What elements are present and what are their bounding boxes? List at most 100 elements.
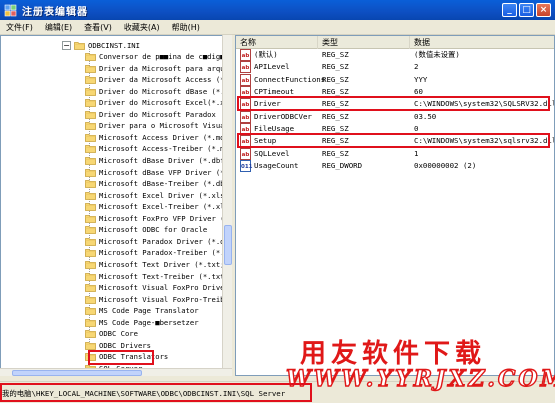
folder-icon [85,272,96,281]
folder-icon [85,144,96,154]
tree-item[interactable]: ODBC Drivers [85,339,151,351]
folder-icon [74,41,85,50]
tree-item[interactable]: MS Code Page Translator [85,305,199,317]
string-value-icon: ab [240,98,251,111]
value-row[interactable]: ab CPTimeout REG_SZ 60 [236,86,554,99]
value-row[interactable]: ab SQLLevel REG_SZ 1 [236,147,554,160]
tree-item[interactable]: Conversor de p■■ina de c■dig■ [85,51,225,63]
folder-icon [85,168,96,177]
tree-expand-odbcinst-icon[interactable]: − [62,40,71,50]
value-row[interactable]: ab FileUsage REG_SZ 0 [236,123,554,136]
column-data-header[interactable]: 数据 [410,36,554,49]
tree-item[interactable]: Microsoft Excel-Treiber (*.xl [85,201,225,213]
tree-horizontal-scrollbar[interactable] [0,368,232,376]
tree-item[interactable]: Driver do Microsoft dBase (*. [85,85,225,97]
tree-item-label: Driver do Microsoft Excel(*.x [99,98,225,108]
tree-item[interactable]: Microsoft FoxPro VFP Driver ( [85,212,225,224]
tree-item[interactable]: Microsoft Text-Treiber (*.txt [85,270,225,282]
tree-vertical-scroll-thumb[interactable] [224,225,232,265]
tree-item[interactable]: Driver para o Microsoft Visua [85,120,225,132]
folder-icon [85,156,96,165]
tree-item[interactable]: MS Code Page-■bersetzer [85,316,199,328]
string-value-icon: ab [240,123,251,136]
registry-tree-pane[interactable]: − ODBCINST.INI Conversor de p■■ina de c■di… [0,35,232,376]
tree-item[interactable]: Microsoft Visual FoxPro-Treib [85,293,225,305]
tree-item-label: ODBCINST.INI [88,40,140,50]
folder-icon [85,341,96,350]
tree-item[interactable]: Microsoft dBase VFP Driver (* [85,166,225,178]
tree-item[interactable]: Driver do Microsoft Excel(*.x [85,97,225,109]
value-row[interactable]: ab Setup REG_SZ C:\WINDOWS\system32\sqlsrv3… [236,135,554,148]
title-bar[interactable]: 注册表编辑器 _ □ × [0,0,555,20]
tree-item[interactable]: Driver da Microsoft para arqu [85,62,225,74]
tree-item-label: Microsoft dBase VFP Driver (* [99,167,225,177]
column-type-header[interactable]: 类型 [318,36,410,49]
value-row[interactable]: 011 UsageCount REG_DWORD 0x00000002 (2) [236,160,554,173]
status-path: 我的电脑\HKEY_LOCAL_MACHINE\SOFTWARE\ODBC\OD… [2,389,286,398]
folder-icon [85,98,96,108]
menu-edit[interactable]: 编辑(E) [39,22,78,33]
maximize-button[interactable]: □ [519,3,534,17]
folder-icon [85,214,96,223]
tree-item-label: Microsoft Text-Treiber (*.txt [99,271,225,281]
tree-item[interactable]: Microsoft Visual FoxPro Drive [85,282,225,294]
folder-icon [85,191,96,200]
value-name: Driver [254,99,281,109]
tree-item-label: Microsoft dBase Driver (*.dbf [99,156,225,165]
watermark-url: WWW.YYRJXZ.COM [285,365,555,392]
value-name: ConnectFunctions [254,74,326,84]
tree-item[interactable]: ODBC Translators [85,351,168,363]
tree-item[interactable]: Driver da Microsoft Access (* [85,74,225,86]
value-row[interactable]: ab APILevel REG_SZ 2 [236,61,554,74]
value-row[interactable]: ab ConnectFunctions REG_SZ YYY [236,73,554,86]
value-row[interactable]: ab (默认) REG_SZ (数值未设置) [236,49,554,61]
tree-horizontal-scroll-thumb[interactable] [12,370,142,376]
value-type: REG_SZ [322,111,349,121]
value-data: (数值未设置) [414,50,460,59]
tree-item[interactable]: ODBC Core [85,328,138,340]
value-name: Setup [254,136,277,146]
registry-values-pane[interactable]: 名称 类型 数据 ab (默认) REG_SZ (数值未设置) ab APILevel RE… [235,35,555,376]
string-value-icon: ab [240,110,251,123]
tree-item[interactable]: Microsoft dBase-Treiber (*.db [85,178,225,190]
value-name: UsageCount [254,161,299,171]
tree-item-label: ODBC Core [99,329,138,339]
tree-vertical-scrollbar[interactable] [222,35,232,368]
folder-icon [85,202,96,212]
value-data: 0x00000002 (2) [414,161,477,171]
tree-item[interactable]: Microsoft dBase Driver (*.dbf [85,155,225,167]
value-data: 60 [414,87,423,97]
folder-icon [85,318,96,327]
folder-icon [85,133,96,142]
value-name: SQLLevel [254,148,290,158]
tree-item-label: ODBC Translators [99,352,169,362]
tree-item-odbcinst[interactable]: ODBCINST.INI [74,39,140,51]
menu-favorites[interactable]: 收藏夹(A) [118,22,166,33]
tree-item[interactable]: Microsoft Paradox Driver (*.d [85,235,225,247]
folder-icon [85,87,96,96]
tree-item[interactable]: Microsoft Excel Driver (*.xls [85,189,225,201]
tree-item[interactable]: Microsoft ODBC for Oracle [85,224,207,236]
value-type: REG_SZ [322,74,349,84]
value-data: 1 [414,148,419,158]
menu-help[interactable]: 帮助(H) [166,22,206,33]
menu-bar: 文件(F) 编辑(E) 查看(V) 收藏夹(A) 帮助(H) [0,20,555,35]
tree-item[interactable]: Driver do Microsoft Paradox [85,108,216,120]
folder-icon [85,283,96,292]
tree-item[interactable]: Microsoft Paradox-Treiber (*. [85,247,225,259]
minimize-button[interactable]: _ [502,3,517,17]
value-row[interactable]: ab Driver REG_SZ C:\WINDOWS\system32\SQLSRV… [236,98,554,111]
folder-icon [85,75,96,85]
value-data: 0 [414,124,419,134]
value-type: REG_SZ [322,124,349,134]
value-row[interactable]: ab DriverODBCVer REG_SZ 03.50 [236,110,554,123]
tree-item-label: Driver do Microsoft Paradox [99,109,216,119]
close-button[interactable]: × [536,3,551,17]
menu-file[interactable]: 文件(F) [0,22,39,33]
menu-view[interactable]: 查看(V) [78,22,118,33]
regedit-app-icon [4,4,17,17]
tree-item[interactable]: Microsoft Access Driver (*.md [85,131,225,143]
column-name-header[interactable]: 名称 [236,36,318,49]
tree-item[interactable]: Microsoft Access-Treiber (*.m [85,143,225,155]
tree-item[interactable]: Microsoft Text Driver (*.txt; [85,258,225,270]
